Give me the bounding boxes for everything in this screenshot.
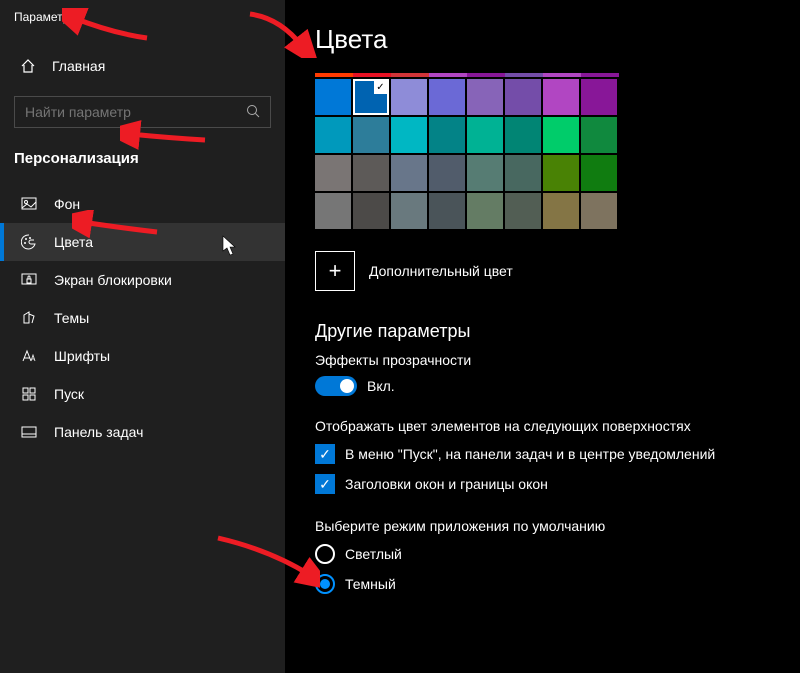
- color-swatch[interactable]: [391, 79, 427, 115]
- color-swatch[interactable]: [315, 155, 351, 191]
- radio-dark[interactable]: [315, 574, 335, 594]
- other-params-heading: Другие параметры: [315, 321, 800, 342]
- sidebar-item-2[interactable]: Экран блокировки: [0, 261, 285, 299]
- home-icon: [20, 58, 38, 74]
- color-swatch[interactable]: [505, 155, 541, 191]
- search-icon: [246, 104, 260, 121]
- sidebar-item-5[interactable]: Пуск: [0, 375, 285, 413]
- palette-accent-strip: [315, 73, 800, 77]
- home-label: Главная: [52, 58, 105, 74]
- color-swatch[interactable]: [543, 193, 579, 229]
- color-swatch[interactable]: [429, 193, 465, 229]
- custom-color-button[interactable]: +: [315, 251, 355, 291]
- color-swatch[interactable]: [315, 117, 351, 153]
- checkbox-start-taskbar-label: В меню "Пуск", на панели задач и в центр…: [345, 446, 715, 462]
- nav-item-label: Экран блокировки: [54, 272, 172, 288]
- nav-icon: [20, 386, 38, 402]
- nav-item-label: Панель задач: [54, 424, 143, 440]
- radio-light[interactable]: [315, 544, 335, 564]
- app-mode-label: Выберите режим приложения по умолчанию: [315, 518, 800, 534]
- color-swatch[interactable]: [467, 193, 503, 229]
- sidebar: Параметры Главная Персонализация Фон Цвет…: [0, 0, 285, 673]
- nav-item-label: Пуск: [54, 386, 84, 402]
- nav-item-label: Шрифты: [54, 348, 110, 364]
- color-swatch[interactable]: [353, 79, 389, 115]
- color-swatch[interactable]: [391, 155, 427, 191]
- nav-list: Фон Цвета Экран блокировки Темы Шрифты Пуск Па…: [0, 185, 285, 451]
- nav-icon: [20, 310, 38, 326]
- sidebar-item-3[interactable]: Темы: [0, 299, 285, 337]
- home-button[interactable]: Главная: [0, 50, 285, 82]
- sidebar-item-6[interactable]: Панель задач: [0, 413, 285, 451]
- color-swatch[interactable]: [505, 117, 541, 153]
- checkbox-title-bars[interactable]: ✓: [315, 474, 335, 494]
- toggle-state-label: Вкл.: [367, 378, 395, 394]
- nav-icon: [20, 272, 38, 288]
- color-swatch[interactable]: [467, 117, 503, 153]
- checkbox-title-bars-label: Заголовки окон и границы окон: [345, 476, 548, 492]
- color-swatch[interactable]: [581, 155, 617, 191]
- color-swatch[interactable]: [353, 193, 389, 229]
- nav-item-label: Цвета: [54, 234, 93, 250]
- checkbox-start-taskbar[interactable]: ✓: [315, 444, 335, 464]
- window-title: Параметры: [0, 0, 285, 32]
- color-swatch[interactable]: [429, 155, 465, 191]
- color-swatch[interactable]: [505, 79, 541, 115]
- page-title: Цвета: [315, 24, 800, 55]
- nav-icon: [20, 424, 38, 440]
- color-swatch[interactable]: [315, 79, 351, 115]
- color-swatch[interactable]: [353, 155, 389, 191]
- color-swatch[interactable]: [353, 117, 389, 153]
- color-swatch[interactable]: [581, 117, 617, 153]
- color-palette: [315, 79, 800, 229]
- color-swatch[interactable]: [581, 193, 617, 229]
- color-swatch[interactable]: [543, 155, 579, 191]
- mouse-cursor-icon: [222, 235, 238, 260]
- category-title: Персонализация: [0, 138, 285, 175]
- color-swatch[interactable]: [467, 79, 503, 115]
- color-swatch[interactable]: [581, 79, 617, 115]
- sidebar-item-1[interactable]: Цвета: [0, 223, 285, 261]
- sidebar-item-4[interactable]: Шрифты: [0, 337, 285, 375]
- color-swatch[interactable]: [391, 193, 427, 229]
- search-input[interactable]: [25, 104, 225, 120]
- nav-icon: [20, 348, 38, 364]
- surfaces-label: Отображать цвет элементов на следующих п…: [315, 418, 800, 434]
- radio-light-label: Светлый: [345, 546, 402, 562]
- nav-icon: [20, 234, 38, 250]
- color-swatch[interactable]: [429, 117, 465, 153]
- custom-color-label: Дополнительный цвет: [369, 263, 513, 279]
- transparency-toggle[interactable]: [315, 376, 357, 396]
- color-swatch[interactable]: [543, 79, 579, 115]
- content-pane: Цвета + Дополнительный цвет Другие парам…: [285, 0, 800, 673]
- plus-icon: +: [329, 258, 342, 284]
- color-swatch[interactable]: [429, 79, 465, 115]
- radio-dark-label: Темный: [345, 576, 396, 592]
- color-swatch[interactable]: [505, 193, 541, 229]
- color-swatch[interactable]: [391, 117, 427, 153]
- color-swatch[interactable]: [543, 117, 579, 153]
- color-swatch[interactable]: [467, 155, 503, 191]
- nav-item-label: Темы: [54, 310, 89, 326]
- transparency-label: Эффекты прозрачности: [315, 352, 800, 368]
- nav-item-label: Фон: [54, 196, 80, 212]
- nav-icon: [20, 196, 38, 212]
- search-box[interactable]: [14, 96, 271, 128]
- color-swatch[interactable]: [315, 193, 351, 229]
- sidebar-item-0[interactable]: Фон: [0, 185, 285, 223]
